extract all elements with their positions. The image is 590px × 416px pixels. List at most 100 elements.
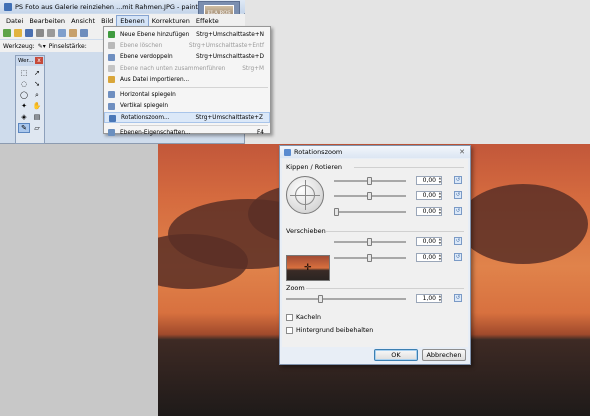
menu-item-flip-vertical[interactable]: Vertikal spiegeln xyxy=(104,101,270,112)
slider-thumb[interactable] xyxy=(367,254,372,262)
section-divider xyxy=(326,231,464,232)
reset-tilt-button[interactable]: ↺ xyxy=(454,191,462,199)
add-layer-icon xyxy=(108,31,115,38)
print-icon[interactable] xyxy=(36,29,44,37)
menu-datei[interactable]: Datei xyxy=(3,15,26,27)
paintbrush-icon[interactable]: ✎ xyxy=(18,123,30,133)
move-selection-icon[interactable]: ➘ xyxy=(31,79,43,89)
menu-effekte[interactable]: Effekte xyxy=(193,15,222,27)
spinner-arrows-icon[interactable]: ▲ ▼ xyxy=(437,191,441,199)
rotate-zoom-icon xyxy=(284,148,291,156)
tools-window[interactable]: Wer... x ⬚ ➚ ◌ ➘ ◯ ⌕ ✦ ✋ ◈ ▤ ✎ ▱ xyxy=(15,55,45,144)
close-icon[interactable]: ✕ xyxy=(459,148,465,156)
menu-item-rotate-zoom[interactable]: Rotationszoom... Strg+Umschalttaste+Z xyxy=(104,112,270,124)
keep-background-checkbox[interactable] xyxy=(286,327,293,334)
magic-wand-icon[interactable]: ✦ xyxy=(18,101,30,111)
menu-ansicht[interactable]: Ansicht xyxy=(68,15,98,27)
flip-horizontal-icon xyxy=(108,91,115,99)
new-file-icon[interactable] xyxy=(3,29,11,37)
menu-bearbeiten[interactable]: Bearbeiten xyxy=(26,15,68,27)
close-icon[interactable]: x xyxy=(35,57,43,64)
lasso-icon[interactable]: ◌ xyxy=(18,79,30,89)
slider-thumb[interactable] xyxy=(367,177,372,185)
zoom-icon[interactable]: ⌕ xyxy=(31,90,43,100)
rotation-slider[interactable] xyxy=(334,208,406,216)
spinner-arrows-icon[interactable]: ▲ ▼ xyxy=(437,294,441,302)
section-divider xyxy=(306,288,464,289)
eraser-icon[interactable]: ▱ xyxy=(31,123,43,133)
menu-item-duplicate-layer[interactable]: Ebene verdoppeln Strg+Umschalttaste+D xyxy=(104,52,270,63)
paintnet-icon xyxy=(4,2,12,11)
rectangle-select-icon[interactable]: ⬚ xyxy=(18,68,30,78)
slider-track xyxy=(286,298,406,300)
crop-icon[interactable] xyxy=(80,29,88,37)
move-icon[interactable]: ➚ xyxy=(31,68,43,78)
reset-angle-button[interactable]: ↺ xyxy=(454,176,462,184)
reset-pan-x-button[interactable]: ↺ xyxy=(454,237,462,245)
brush-tool-icon[interactable]: ✎▾ xyxy=(38,43,46,50)
keep-background-label: Hintergrund beibehalten xyxy=(296,327,374,334)
brush-size-label: Pinselstärke: xyxy=(48,42,87,50)
paste-icon[interactable] xyxy=(69,29,77,37)
section-divider xyxy=(354,167,464,168)
save-icon[interactable] xyxy=(25,29,33,37)
spinner-arrows-icon[interactable]: ▲ ▼ xyxy=(437,176,441,184)
menu-item-layer-properties[interactable]: Ebenen-Eigenschaften... F4 xyxy=(104,127,270,138)
menu-item-flip-horizontal[interactable]: Horizontal spiegeln xyxy=(104,89,270,100)
tilt-input[interactable]: 0,00 ▲ ▼ xyxy=(416,191,442,200)
section-tilt-label: Kippen / Rotieren xyxy=(286,163,342,171)
tilt-slider[interactable] xyxy=(334,192,406,200)
cancel-button[interactable]: Abbrechen xyxy=(422,349,466,361)
duplicate-layer-icon xyxy=(108,53,115,61)
slider-thumb[interactable] xyxy=(318,295,323,303)
pan-x-input[interactable]: 0,00 ▲ ▼ xyxy=(416,237,442,246)
slider-thumb[interactable] xyxy=(367,192,372,200)
menu-item-merge-down[interactable]: Ebene nach unten zusammenführen Strg+M xyxy=(104,63,270,74)
spinner-arrows-icon[interactable]: ▲ ▼ xyxy=(437,207,441,215)
pan-icon[interactable]: ✋ xyxy=(31,101,43,111)
dialog-title-bar[interactable]: Rotationszoom xyxy=(280,146,470,158)
menu-item-add-layer[interactable]: Neue Ebene hinzufügen Strg+Umschalttaste… xyxy=(104,29,270,40)
copy-icon[interactable] xyxy=(58,29,66,37)
zoom-input[interactable]: 1,00 ▲ ▼ xyxy=(416,294,442,303)
menu-item-import-file[interactable]: Aus Datei importieren... xyxy=(104,74,270,85)
rotate-zoom-icon xyxy=(109,115,116,123)
ellipse-select-icon[interactable]: ◯ xyxy=(18,90,30,100)
pan-y-slider[interactable] xyxy=(334,254,406,262)
paint-bucket-icon[interactable]: ◈ xyxy=(18,112,30,122)
menu-item-delete-layer[interactable]: Ebene löschen Strg+Umschalttaste+Entf xyxy=(104,40,270,51)
tools-window-title: Wer... x xyxy=(16,56,44,66)
spinner-arrows-icon[interactable]: ▲ ▼ xyxy=(437,253,441,261)
pan-preview[interactable]: ✛ xyxy=(286,255,330,281)
slider-thumb[interactable] xyxy=(367,238,372,246)
rotation-dial[interactable] xyxy=(286,176,324,214)
pan-y-input[interactable]: 0,00 ▲ ▼ xyxy=(416,253,442,262)
zoom-slider[interactable] xyxy=(286,295,406,303)
crosshair-icon: ✛ xyxy=(304,263,312,273)
tile-checkbox[interactable] xyxy=(286,314,293,321)
menu-ebenen[interactable]: Ebenen xyxy=(116,14,149,27)
slider-track xyxy=(334,211,406,213)
open-file-icon[interactable] xyxy=(14,29,22,37)
tool-options-bar: Werkzeug: ✎▾ Pinselstärke: xyxy=(0,40,105,52)
cut-icon[interactable] xyxy=(47,29,55,37)
ok-button[interactable]: OK xyxy=(374,349,418,361)
pan-x-slider[interactable] xyxy=(334,238,406,246)
tools-grid: ⬚ ➚ ◌ ➘ ◯ ⌕ ✦ ✋ ◈ ▤ ✎ ▱ xyxy=(16,66,44,135)
menu-bild[interactable]: Bild xyxy=(98,15,116,27)
menu-korrekturen[interactable]: Korrekturen xyxy=(149,15,193,27)
dialog-title: Rotationszoom xyxy=(294,148,343,156)
reset-pan-y-button[interactable]: ↺ xyxy=(454,253,462,261)
angle-input[interactable]: 0,00 ▲ ▼ xyxy=(416,176,442,185)
spinner-arrows-icon[interactable]: ▲ ▼ xyxy=(437,237,441,245)
reset-rotation-button[interactable]: ↺ xyxy=(454,207,462,215)
gradient-icon[interactable]: ▤ xyxy=(31,112,43,122)
tile-label: Kacheln xyxy=(296,314,321,321)
slider-thumb[interactable] xyxy=(334,208,339,216)
rotation-input[interactable]: 0,00 ▲ ▼ xyxy=(416,207,442,216)
tool-label: Werkzeug: xyxy=(3,42,35,50)
reset-zoom-button[interactable]: ↺ xyxy=(454,294,462,302)
cloud-shape xyxy=(458,184,588,264)
angle-slider[interactable] xyxy=(334,177,406,185)
layer-properties-icon xyxy=(108,129,115,137)
